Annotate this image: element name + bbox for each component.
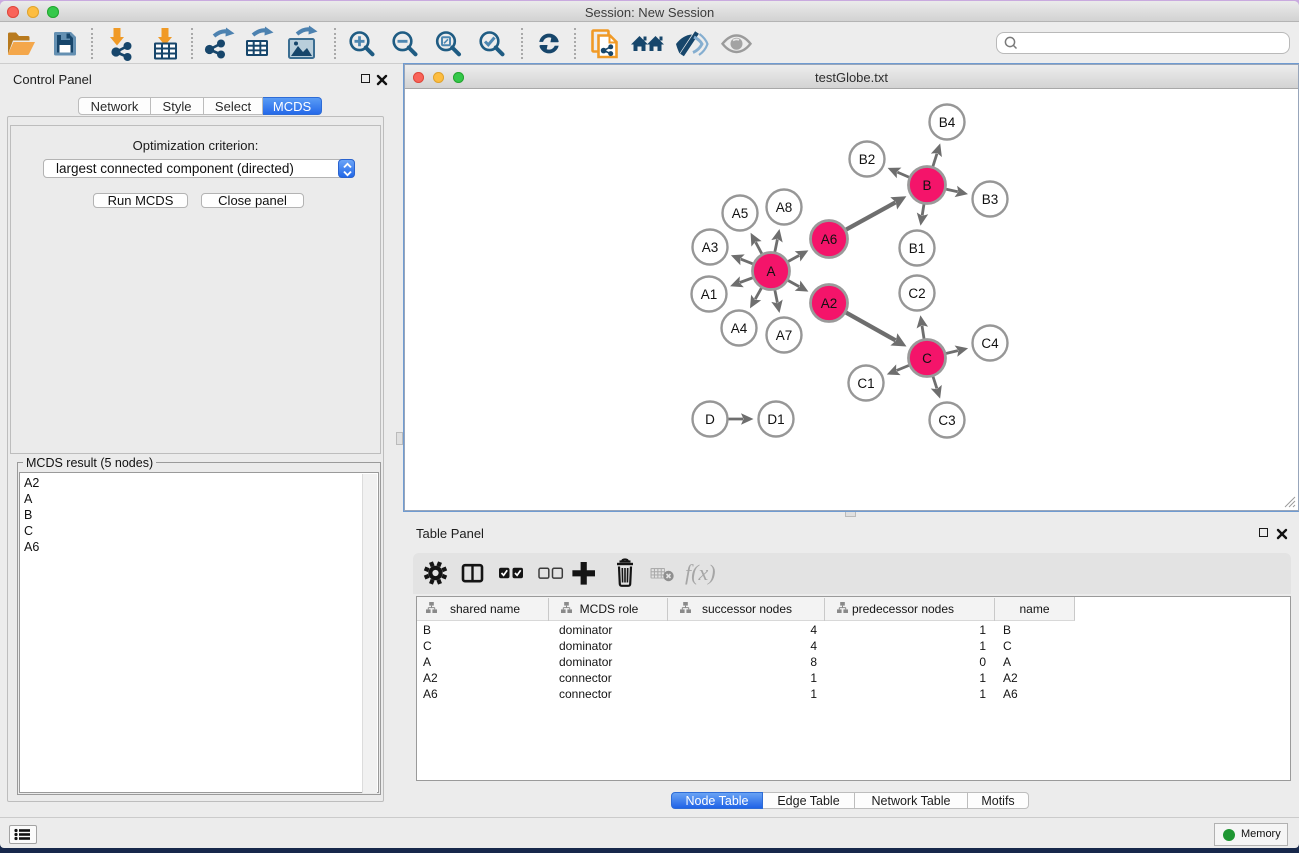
- svg-text:A: A: [766, 264, 775, 279]
- svg-text:A1: A1: [701, 287, 718, 302]
- svg-text:C2: C2: [908, 286, 925, 301]
- svg-text:A7: A7: [776, 328, 793, 343]
- svg-text:f(x): f(x): [685, 560, 716, 585]
- svg-text:B4: B4: [939, 115, 956, 130]
- svg-text:D1: D1: [767, 412, 784, 427]
- svg-text:A8: A8: [776, 200, 793, 215]
- svg-text:C: C: [922, 351, 932, 366]
- svg-text:C3: C3: [938, 413, 955, 428]
- svg-text:B1: B1: [909, 241, 926, 256]
- svg-text:A4: A4: [731, 321, 748, 336]
- svg-text:A3: A3: [702, 240, 719, 255]
- svg-text:C1: C1: [857, 376, 874, 391]
- svg-text:A6: A6: [821, 232, 838, 247]
- svg-text:A5: A5: [732, 206, 749, 221]
- svg-text:B3: B3: [982, 192, 999, 207]
- svg-text:C4: C4: [981, 336, 999, 351]
- svg-text:B2: B2: [859, 152, 876, 167]
- svg-text:B: B: [922, 178, 931, 193]
- svg-text:A2: A2: [821, 296, 838, 311]
- svg-text:D: D: [705, 412, 715, 427]
